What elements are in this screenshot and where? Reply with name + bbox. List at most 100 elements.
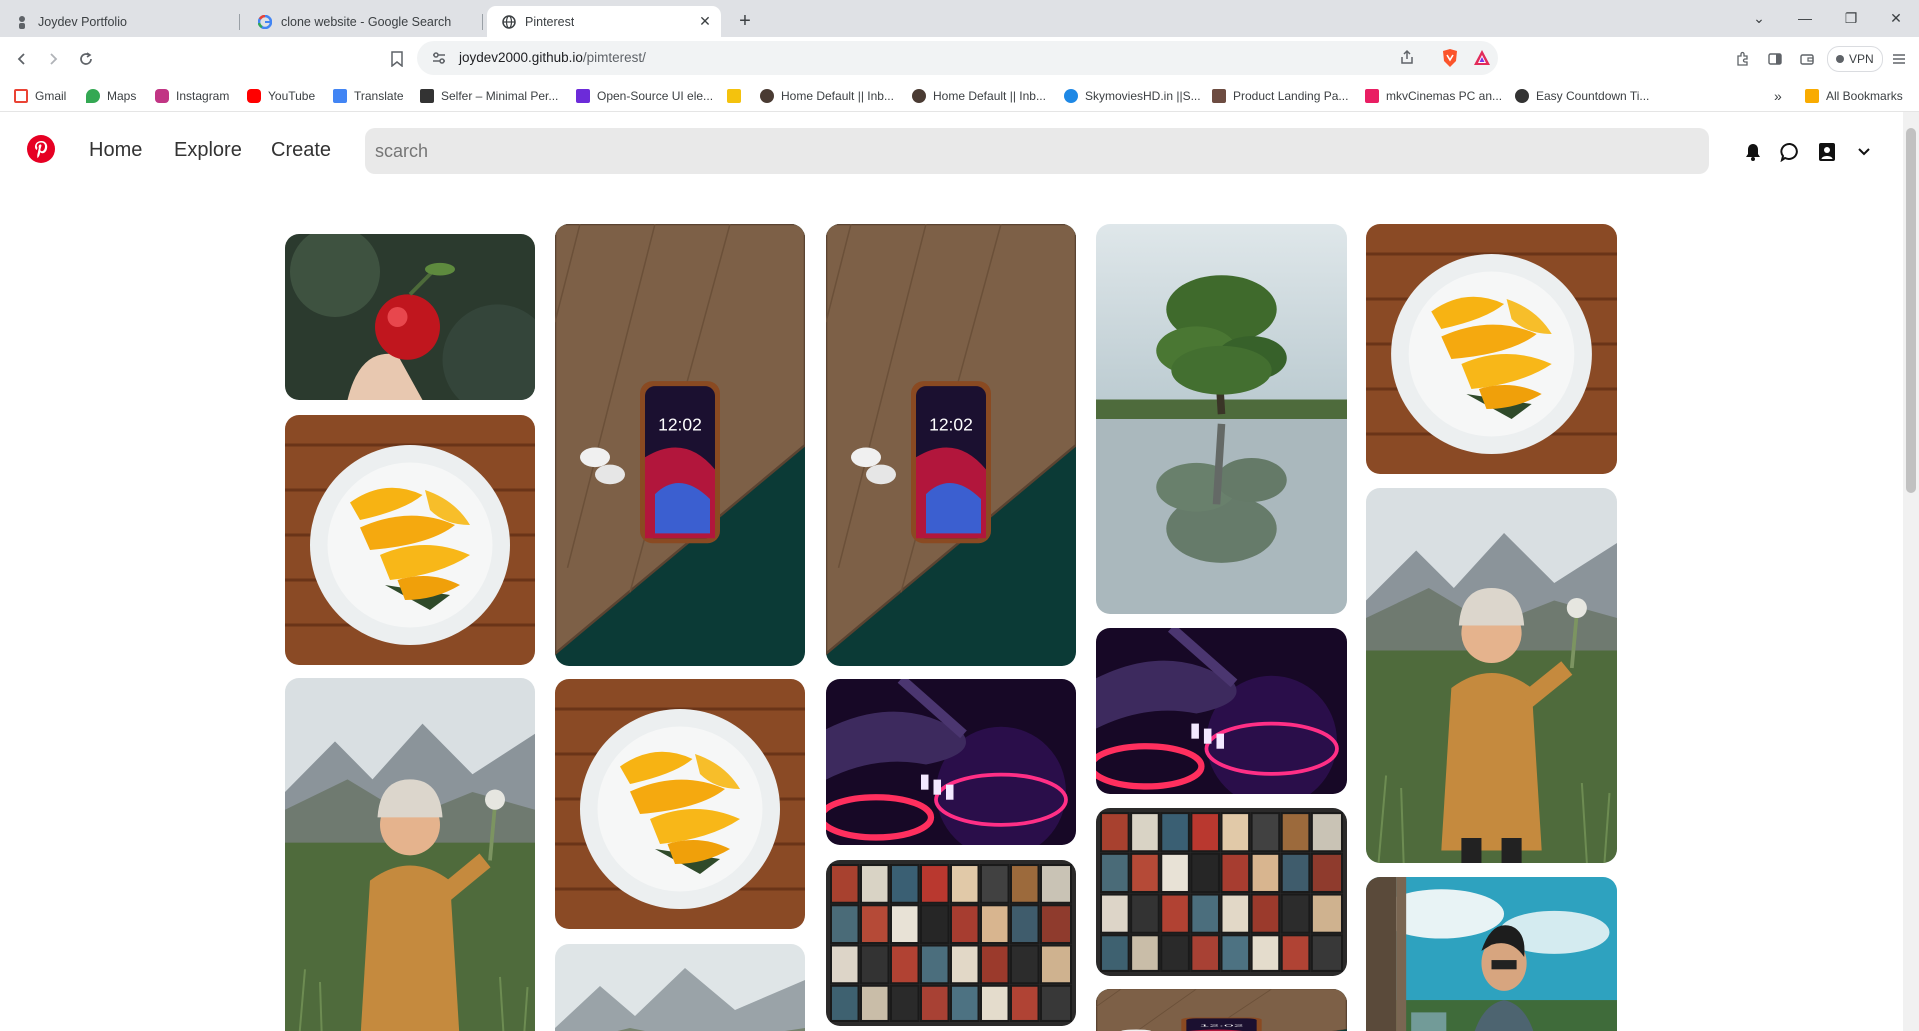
- bookmark-skymovies[interactable]: SkymoviesHD.in ||S...: [1064, 87, 1201, 105]
- back-icon[interactable]: [10, 47, 34, 71]
- nav-home[interactable]: Home: [89, 139, 142, 162]
- instagram-icon: [155, 89, 169, 103]
- pinterest-logo-icon[interactable]: [27, 135, 55, 163]
- tab-pinterest[interactable]: Pinterest ✕: [487, 6, 721, 37]
- bookmark-label: SkymoviesHD.in ||S...: [1085, 89, 1201, 103]
- page-scrollbar[interactable]: [1903, 112, 1919, 1031]
- all-bookmarks-label: All Bookmarks: [1826, 89, 1903, 103]
- pin-card-movie-posters[interactable]: [826, 860, 1076, 1026]
- play-icon: [1064, 89, 1078, 103]
- movie-posters-image: [1096, 808, 1347, 976]
- address-bar[interactable]: joydev2000.github.io/pimterest/: [417, 41, 1498, 75]
- pin-card-mango-plate[interactable]: [555, 679, 805, 929]
- pin-card-phone-on-wood[interactable]: 12:02: [826, 224, 1076, 666]
- all-bookmarks-button[interactable]: All Bookmarks: [1805, 87, 1903, 105]
- man-sky-image: [1366, 877, 1617, 1031]
- bookmark-selfer[interactable]: Selfer – Minimal Per...: [420, 87, 558, 105]
- bookmark-easy-countdown[interactable]: Easy Countdown Ti...: [1515, 87, 1649, 105]
- tab-search-chevron-icon[interactable]: ⌄: [1736, 4, 1782, 32]
- translate-icon: [333, 89, 347, 103]
- girl-in-field-image: [285, 678, 535, 1031]
- svg-text:12:02: 12:02: [658, 414, 702, 434]
- bookmark-youtube[interactable]: YouTube: [247, 87, 315, 105]
- bookmark-home-default-2[interactable]: Home Default || Inb...: [912, 87, 1046, 105]
- forward-icon[interactable]: [41, 47, 65, 71]
- mkv-favicon-icon: [1365, 89, 1379, 103]
- svg-text:12:02: 12:02: [929, 414, 973, 434]
- reload-icon[interactable]: [74, 47, 98, 71]
- dj-turntable-image: [1096, 628, 1347, 794]
- new-tab-icon[interactable]: +: [733, 9, 757, 33]
- countdown-icon: [1515, 89, 1529, 103]
- sidebar-toggle-icon[interactable]: [1763, 47, 1787, 71]
- menu-icon[interactable]: [1887, 47, 1911, 71]
- maps-pin-icon: [86, 89, 100, 103]
- pin-card-dj-turntable[interactable]: [1096, 628, 1347, 794]
- pin-card-dj-turntable[interactable]: [826, 679, 1076, 845]
- svg-text:12:02: 12:02: [1200, 1024, 1244, 1027]
- nav-explore[interactable]: Explore: [174, 139, 242, 162]
- bookmark-product-landing[interactable]: Product Landing Pa...: [1212, 87, 1348, 105]
- pin-card-mango-plate[interactable]: [285, 415, 535, 665]
- pin-card-girl-in-field[interactable]: [285, 678, 535, 1031]
- bookmark-label: Selfer – Minimal Per...: [441, 89, 559, 103]
- avatar-favicon-icon: [760, 89, 774, 103]
- selfer-icon: [420, 89, 434, 103]
- bookmark-translate[interactable]: Translate: [333, 87, 404, 105]
- vpn-label: VPN: [1849, 52, 1874, 66]
- pin-card-man-sky[interactable]: [1366, 877, 1617, 1031]
- bookmark-maps[interactable]: Maps: [86, 87, 136, 105]
- account-chevron-down-icon[interactable]: [1852, 140, 1876, 164]
- vpn-button[interactable]: VPN: [1827, 46, 1883, 72]
- site-settings-icon[interactable]: [431, 50, 447, 71]
- pin-card-phone-on-wood[interactable]: 12:02: [555, 224, 805, 666]
- tab-separator: [482, 14, 483, 30]
- bookmark-label: mkvCinemas PC an...: [1386, 89, 1503, 103]
- pin-card-phone-on-wood[interactable]: 12:02: [1096, 989, 1347, 1031]
- minimize-window-icon[interactable]: —: [1782, 4, 1828, 32]
- globe-favicon-icon: [501, 14, 517, 30]
- brave-shields-icon[interactable]: [1441, 48, 1459, 73]
- bookmark-this-tab-icon[interactable]: [385, 47, 409, 71]
- close-tab-icon[interactable]: ✕: [697, 13, 713, 29]
- wallet-icon[interactable]: [1795, 47, 1819, 71]
- brave-rewards-icon[interactable]: [1473, 49, 1491, 72]
- url-text: joydev2000.github.io/pimterest/: [459, 50, 646, 65]
- tab-separator: [239, 14, 240, 30]
- messages-chat-icon[interactable]: [1778, 140, 1802, 164]
- pin-card-mountain-field[interactable]: [555, 944, 805, 1031]
- tab-google-search[interactable]: clone website - Google Search: [243, 6, 483, 37]
- notifications-bell-icon[interactable]: [1741, 140, 1765, 164]
- bookmark-label: Open-Source UI ele...: [597, 89, 714, 103]
- tab-label: Joydev Portfolio: [38, 14, 127, 29]
- scrollbar-thumb[interactable]: [1906, 128, 1916, 493]
- pin-card-apple-in-hand[interactable]: [285, 234, 535, 400]
- pin-card-girl-in-field[interactable]: [1366, 488, 1617, 863]
- profile-icon[interactable]: [1815, 140, 1839, 164]
- bookmark-label: Maps: [107, 89, 137, 103]
- restore-window-icon[interactable]: ❐: [1828, 4, 1874, 32]
- bookmark-open-source-ui[interactable]: Open-Source UI ele...: [576, 87, 713, 105]
- mango-plate-image: [555, 679, 805, 929]
- pin-card-movie-posters[interactable]: [1096, 808, 1347, 976]
- browser-toolbar: joydev2000.github.io/pimterest/ VPN: [0, 37, 1919, 81]
- bookmark-mkvcinemas[interactable]: mkvCinemas PC an...: [1365, 87, 1502, 105]
- bookmark-unnamed[interactable]: [727, 87, 748, 105]
- search-input[interactable]: [365, 128, 1709, 174]
- uiverse-icon: [576, 89, 590, 103]
- pin-card-tree-reflection[interactable]: [1096, 224, 1347, 614]
- bookmark-label: Home Default || Inb...: [781, 89, 894, 103]
- dj-turntable-image: [826, 679, 1076, 845]
- bookmark-home-default-1[interactable]: Home Default || Inb...: [760, 87, 894, 105]
- pin-card-mango-plate[interactable]: [1366, 224, 1617, 474]
- girl-in-field-image: [1366, 488, 1617, 863]
- more-bookmarks-icon[interactable]: »: [1774, 87, 1782, 105]
- extensions-icon[interactable]: [1731, 47, 1755, 71]
- close-window-icon[interactable]: ✕: [1873, 4, 1919, 32]
- bookmark-gmail[interactable]: Gmail: [14, 87, 66, 105]
- share-icon[interactable]: [1399, 49, 1415, 70]
- bookmark-instagram[interactable]: Instagram: [155, 87, 229, 105]
- tab-joydev-portfolio[interactable]: Joydev Portfolio: [0, 6, 240, 37]
- nav-create[interactable]: Create: [271, 139, 331, 162]
- portfolio-favicon-icon: [14, 14, 30, 30]
